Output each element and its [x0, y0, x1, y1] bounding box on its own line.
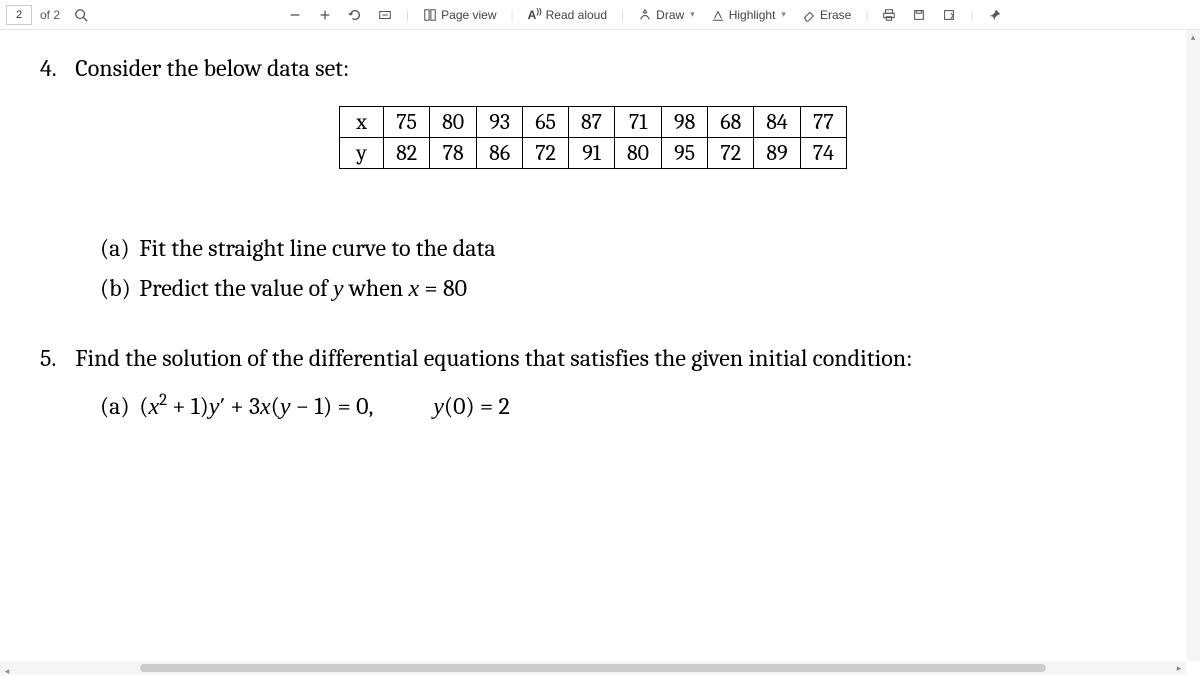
cell: 91 [568, 138, 614, 169]
erase-label: Erase [820, 8, 851, 22]
separator: | [966, 8, 977, 22]
sub-text: Fit the straight line curve to the data [139, 234, 495, 262]
cell: 72 [523, 138, 569, 169]
separator: | [507, 8, 518, 22]
page-view-button[interactable]: Page view [417, 6, 502, 24]
print-icon[interactable] [876, 6, 902, 24]
cell: 86 [477, 138, 523, 169]
row-label: y [340, 138, 384, 169]
save-icon[interactable] [906, 6, 932, 24]
separator: | [617, 8, 628, 22]
zoom-out-button[interactable] [282, 6, 308, 24]
cell: 71 [615, 107, 662, 138]
cell: 82 [384, 138, 430, 169]
page-number-input[interactable]: 2 [6, 5, 32, 25]
draw-label: Draw [656, 8, 684, 22]
highlight-label: Highlight [729, 8, 776, 22]
cell: 68 [708, 107, 754, 138]
sub-question-b: (b) Predict the value of y when x = 80 [100, 269, 1146, 308]
math-var: x [408, 276, 419, 302]
document-content: 4. Consider the below data set: x 75 80 … [0, 30, 1186, 661]
sub-question-5a: (a) (x2 + 1)y′ + 3x(y − 1) = 0, y(0) = 2 [100, 387, 1146, 426]
sub-text: = 80 [419, 274, 467, 302]
pin-icon[interactable] [982, 6, 1008, 24]
sub-question-a: (a) Fit the straight line curve to the d… [100, 229, 1146, 267]
cell: 72 [708, 138, 754, 169]
horizontal-scrollbar[interactable]: ◂ ▸ [0, 661, 1186, 675]
question-4-heading: 4. Consider the below data set: [40, 54, 1146, 82]
cell: 98 [662, 107, 708, 138]
sub-text: when [344, 274, 409, 302]
cell: 65 [523, 107, 569, 138]
rotate-icon[interactable] [342, 6, 368, 24]
draw-button[interactable]: Draw ▾ [632, 6, 701, 24]
sub-label: (a) [100, 229, 134, 267]
vertical-scrollbar[interactable]: ▴ [1186, 30, 1200, 661]
cell: 77 [800, 107, 846, 138]
initial-condition: y(0) = 2 [433, 392, 510, 420]
sub-text: Predict the value of [139, 274, 333, 302]
page-view-label: Page view [441, 8, 496, 22]
fit-icon[interactable] [372, 6, 398, 24]
cell: 87 [568, 107, 614, 138]
question-text: Find the solution of the differential eq… [75, 344, 912, 372]
pdf-toolbar: 2 of 2 | Page view | A)) Read aloud | Dr… [0, 0, 1200, 30]
chevron-down-icon: ▾ [688, 9, 695, 20]
cell: 93 [477, 107, 523, 138]
sub-label: (b) [100, 269, 134, 307]
search-icon[interactable] [68, 6, 94, 24]
read-aloud-label: Read aloud [546, 8, 607, 22]
scroll-thumb[interactable] [140, 664, 1046, 672]
page-total-label: of 2 [36, 8, 64, 22]
zoom-in-button[interactable] [312, 6, 338, 24]
data-table: x 75 80 93 65 87 71 98 68 84 77 y 82 78 … [339, 106, 847, 169]
save-as-icon[interactable] [936, 6, 962, 24]
cell: 75 [384, 107, 430, 138]
question-5: 5. Find the solution of the differential… [40, 339, 1146, 427]
erase-button[interactable]: Erase [796, 6, 857, 24]
cell: 89 [754, 138, 801, 169]
highlight-button[interactable]: Highlight ▾ [705, 6, 792, 24]
chevron-down-icon: ▾ [779, 9, 786, 20]
equation: (x2 + 1)y′ + 3x(y − 1) = 0, [139, 392, 378, 420]
cell: 95 [662, 138, 708, 169]
table-row: x 75 80 93 65 87 71 98 68 84 77 [340, 107, 847, 138]
scroll-up-icon[interactable]: ▴ [1186, 30, 1200, 44]
scroll-right-icon[interactable]: ▸ [1172, 661, 1186, 675]
row-label: x [340, 107, 384, 138]
question-number: 5. [40, 339, 70, 377]
separator: | [402, 8, 413, 22]
sub-questions-4: (a) Fit the straight line curve to the d… [100, 229, 1146, 309]
cell: 80 [430, 107, 477, 138]
read-aloud-button[interactable]: A)) Read aloud [522, 5, 613, 24]
separator: | [861, 8, 872, 22]
cell: 84 [754, 107, 801, 138]
sub-label: (a) [100, 387, 134, 425]
table-row: y 82 78 86 72 91 80 95 72 89 74 [340, 138, 847, 169]
cell: 78 [430, 138, 477, 169]
math-var: y [333, 276, 344, 302]
question-text: Consider the below data set: [75, 54, 349, 82]
cell: 80 [615, 138, 662, 169]
cell: 74 [800, 138, 846, 169]
question-number: 4. [40, 54, 70, 82]
scroll-left-icon[interactable]: ◂ [0, 664, 14, 678]
